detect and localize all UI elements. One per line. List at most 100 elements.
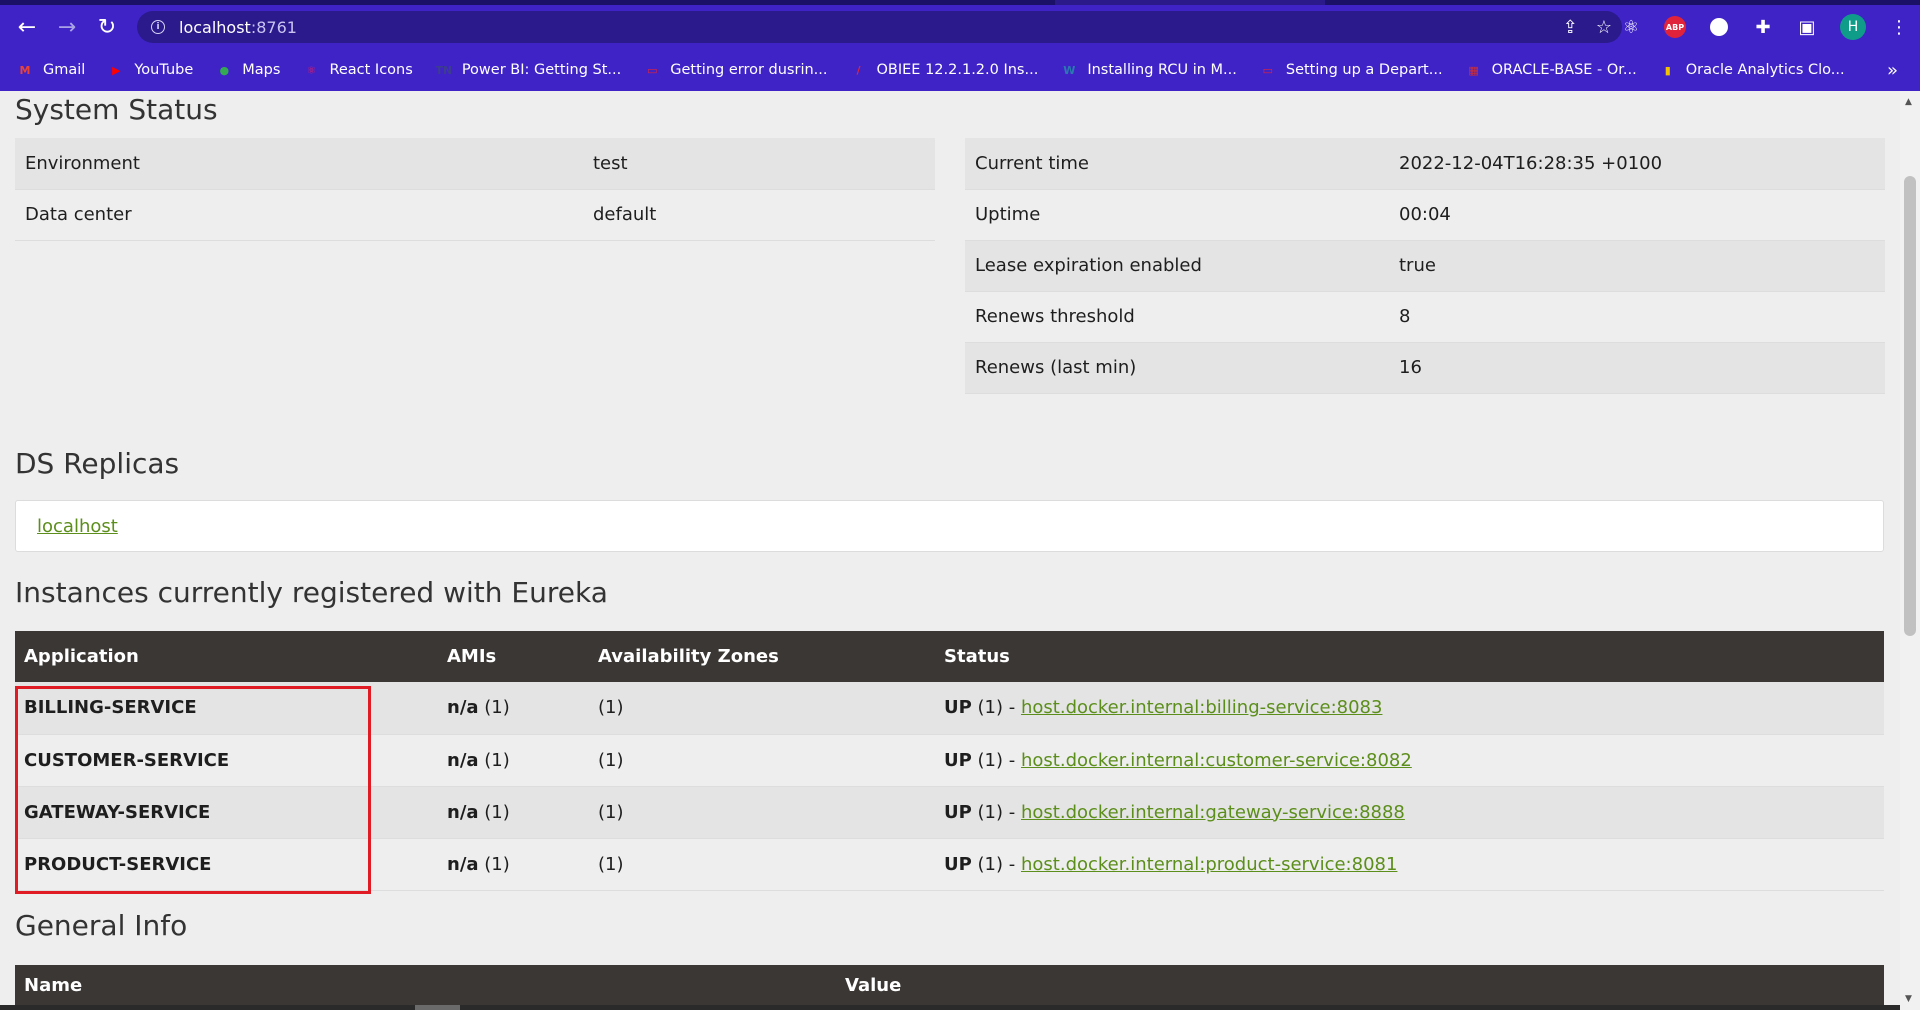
- amis-cell: n/a (1): [438, 682, 589, 735]
- highlight-annotation-box: [15, 686, 371, 894]
- bookmark-label: Oracle Analytics Clo...: [1685, 62, 1845, 78]
- address-bar[interactable]: i localhost:8761 ⇪ ☆: [137, 11, 1622, 43]
- amis-cell: n/a (1): [438, 786, 589, 839]
- forward-arrow-icon[interactable]: →: [47, 7, 87, 47]
- gmail-icon: M: [19, 63, 31, 77]
- status-row: Renews threshold 8: [965, 291, 1885, 343]
- system-status-right-table: Current time 2022-12-04T16:28:35 +0100 Upt…: [965, 138, 1885, 394]
- bookmark-label: YouTube: [134, 62, 194, 78]
- bookmark-item[interactable]: ▶ YouTube: [107, 61, 193, 79]
- instance-link[interactable]: host.docker.internal:customer-service:80…: [1021, 750, 1412, 771]
- bookmark-item[interactable]: ▮ Oracle Analytics Clo...: [1659, 61, 1845, 79]
- extensions-puzzle-icon[interactable]: ✚: [1752, 16, 1774, 38]
- maps-icon: ●: [219, 63, 230, 77]
- bookmark-star-icon[interactable]: ☆: [1596, 17, 1612, 38]
- oraclebase-icon: ▦: [1468, 63, 1479, 77]
- amis-value: n/a: [447, 801, 479, 823]
- eureka-dashboard: System Status Environment test Data center…: [0, 91, 1900, 1010]
- oracle-icon: ▭: [1262, 63, 1274, 77]
- general-info-heading: General Info: [15, 909, 188, 942]
- status-key: Environment: [15, 138, 583, 190]
- bookmark-label: Gmail: [43, 62, 86, 78]
- bookmark-item[interactable]: / OBIEE 12.2.1.2.0 Ins...: [850, 61, 1039, 79]
- scrollbar-thumb[interactable]: [1904, 176, 1916, 636]
- flag-icon: ▮: [1664, 63, 1671, 77]
- amis-count: (1): [478, 853, 510, 875]
- status-count: (1) -: [971, 853, 1021, 875]
- bookmark-item[interactable]: ● Maps: [215, 61, 280, 79]
- bookmarks-bar: M Gmail ▶ YouTube ● Maps ⚛ React Icons TN Power B…: [0, 49, 1920, 91]
- zones-cell: (1): [589, 682, 935, 735]
- bookmark-label: OBIEE 12.2.1.2.0 Ins...: [876, 62, 1039, 78]
- general-info-col-name: Name: [24, 975, 83, 996]
- instances-header-row: Application AMIs Availability Zones Status: [15, 631, 1884, 682]
- status-up: UP: [944, 853, 972, 875]
- status-row: Lease expiration enabled true: [965, 240, 1885, 292]
- status-row: Renews (last min) 16: [965, 342, 1885, 394]
- status-count: (1) -: [971, 697, 1021, 719]
- instance-link[interactable]: host.docker.internal:gateway-service:888…: [1021, 802, 1405, 823]
- replica-box: localhost: [15, 500, 1884, 552]
- zones-cell: (1): [589, 734, 935, 787]
- tn-icon: TN: [435, 63, 453, 77]
- adblock-icon[interactable]: ABP: [1664, 16, 1686, 38]
- status-row: Environment test: [15, 138, 935, 190]
- react-icon: ⚛: [306, 63, 317, 77]
- amis-value: n/a: [447, 697, 479, 719]
- status-key: Current time: [965, 138, 1389, 190]
- extension-circle-icon[interactable]: [1708, 16, 1730, 38]
- side-panel-icon[interactable]: ▣: [1796, 16, 1818, 38]
- status-up: UP: [944, 801, 972, 823]
- reload-icon[interactable]: ↻: [87, 7, 127, 47]
- status-key: Renews (last min): [965, 342, 1389, 394]
- status-cell: UP (1) - host.docker.internal:product-se…: [935, 838, 1884, 891]
- ds-replicas-heading: DS Replicas: [15, 447, 180, 480]
- amis-cell: n/a (1): [438, 838, 589, 891]
- horizontal-scrollbar[interactable]: [0, 1005, 1900, 1010]
- browser-toolbar: ← → ↻ i localhost:8761 ⇪ ☆ ⚛ ABP ✚ ▣ H ⋮: [0, 5, 1920, 49]
- site-info-icon[interactable]: i: [151, 20, 165, 34]
- amis-value: n/a: [447, 749, 479, 771]
- bookmark-item[interactable]: TN Power BI: Getting St...: [435, 61, 621, 79]
- general-info-table-header: Name Value: [15, 965, 1884, 1009]
- bookmark-label: ORACLE-BASE - Or...: [1491, 62, 1637, 78]
- column-header: Status: [935, 631, 1884, 682]
- column-header: Availability Zones: [589, 631, 935, 682]
- instance-link[interactable]: host.docker.internal:product-service:808…: [1021, 854, 1397, 875]
- vertical-scrollbar[interactable]: ▲ ▼: [1900, 91, 1920, 1010]
- status-row: Current time 2022-12-04T16:28:35 +0100: [965, 138, 1885, 190]
- status-cell: UP (1) - host.docker.internal:gateway-se…: [935, 786, 1884, 839]
- react-devtools-icon[interactable]: ⚛: [1620, 16, 1642, 38]
- youtube-icon: ▶: [112, 63, 121, 77]
- slash-icon: /: [856, 63, 861, 77]
- status-row: Data center default: [15, 189, 935, 241]
- status-count: (1) -: [971, 801, 1021, 823]
- instance-link[interactable]: host.docker.internal:billing-service:808…: [1021, 697, 1382, 718]
- scroll-down-arrow-icon[interactable]: ▼: [1905, 994, 1912, 1004]
- bookmarks-overflow-icon[interactable]: »: [1887, 49, 1898, 91]
- url-text[interactable]: localhost:8761: [179, 18, 297, 37]
- share-icon[interactable]: ⇪: [1563, 17, 1578, 38]
- bookmark-item[interactable]: ▭ Setting up a Depart...: [1259, 61, 1443, 79]
- amis-cell: n/a (1): [438, 734, 589, 787]
- replica-localhost-link[interactable]: localhost: [37, 516, 118, 537]
- bookmark-item[interactable]: ⚛ React Icons: [302, 61, 413, 79]
- bookmark-item[interactable]: M Gmail: [16, 61, 86, 79]
- menu-kebab-icon[interactable]: ⋮: [1888, 16, 1910, 38]
- bookmark-label: Power BI: Getting St...: [461, 62, 622, 78]
- bookmark-item[interactable]: W Installing RCU in M...: [1060, 61, 1237, 79]
- status-value: default: [583, 189, 935, 241]
- amis-count: (1): [478, 749, 510, 771]
- status-count: (1) -: [971, 749, 1021, 771]
- profile-avatar[interactable]: H: [1840, 14, 1866, 40]
- instances-heading: Instances currently registered with Eure…: [15, 576, 608, 609]
- bookmark-item[interactable]: ▦ ORACLE-BASE - Or...: [1465, 61, 1637, 79]
- bookmark-item[interactable]: ▭ Getting error dusrin...: [643, 61, 827, 79]
- status-value: 00:04: [1389, 189, 1885, 241]
- status-key: Data center: [15, 189, 583, 241]
- back-arrow-icon[interactable]: ←: [7, 7, 47, 47]
- scroll-up-arrow-icon[interactable]: ▲: [1905, 97, 1912, 107]
- status-cell: UP (1) - host.docker.internal:customer-s…: [935, 734, 1884, 787]
- column-header: AMIs: [438, 631, 589, 682]
- status-value: test: [583, 138, 935, 190]
